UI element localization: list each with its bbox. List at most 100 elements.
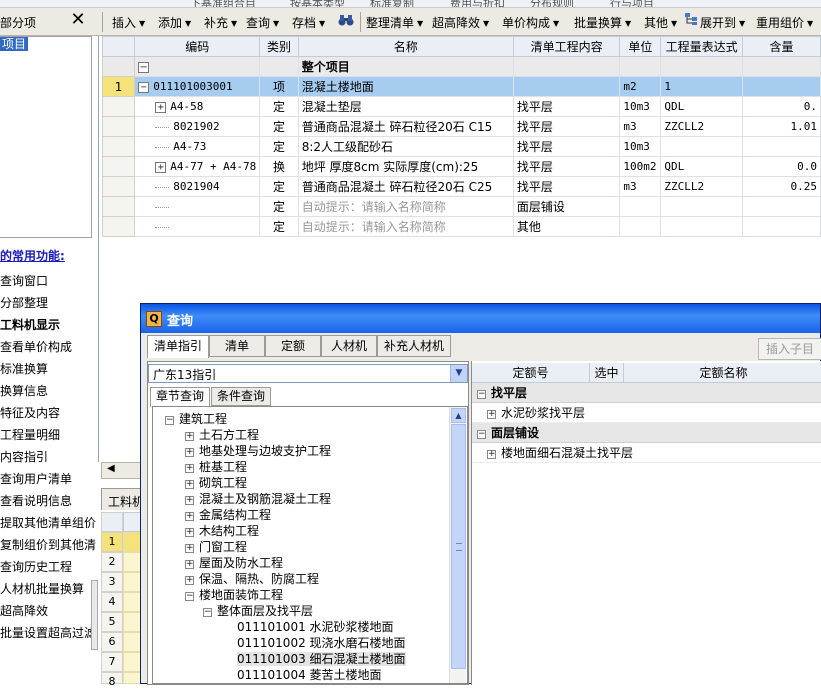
tree-node[interactable]: + 保温、隔热、防腐工程 (185, 572, 319, 587)
cell-name-hint[interactable]: 自动提示：请输入名称简称 (297, 216, 514, 237)
add-button[interactable]: 添加 ▼ (158, 14, 191, 31)
cell-code[interactable]: − (134, 56, 261, 77)
func-query-window[interactable]: 查询窗口 (0, 274, 48, 288)
cell-expr[interactable] (660, 196, 743, 217)
insert-button[interactable]: 插入 ▼ (112, 14, 145, 31)
collapse-icon[interactable]: − (165, 416, 174, 425)
func-super-efficiency[interactable]: 超高降效 (0, 604, 48, 618)
collapse-icon[interactable]: − (185, 592, 194, 601)
cell-content[interactable] (512, 56, 621, 77)
cell-name[interactable]: 混凝土楼地面 (297, 76, 514, 97)
query-button[interactable]: 查询 ▼ (246, 14, 279, 31)
tree-node[interactable]: + 混凝土及钢筋混凝土工程 (185, 492, 331, 507)
cell-code[interactable]: 8021904 (134, 176, 261, 197)
table-row[interactable]: 8021904 定 普通商品混凝土 碎石粒径20石 C25 找平层 m3 ZZC… (101, 176, 821, 197)
expand-icon[interactable]: + (185, 576, 194, 585)
cell-expr[interactable]: 1 (660, 76, 743, 97)
header-name[interactable]: 名称 (297, 36, 514, 57)
supplement-button[interactable]: 补充 ▼ (204, 14, 237, 31)
cell-unit[interactable] (619, 216, 662, 237)
func-notes[interactable]: 查看说明信息 (0, 494, 72, 508)
binoculars-icon[interactable] (338, 12, 354, 31)
tab-list[interactable]: 清单 (209, 335, 265, 357)
chevron-down-icon[interactable]: ▼ (450, 365, 467, 382)
expand-icon[interactable]: + (487, 410, 496, 419)
tree-node[interactable]: + 桩基工程 (185, 460, 247, 475)
dialog-title-bar[interactable]: Q 查询 (141, 304, 820, 333)
left-panel-scrollbar[interactable] (91, 580, 98, 650)
collapse-icon[interactable]: − (477, 430, 486, 439)
func-section-tidy[interactable]: 分部整理 (0, 296, 48, 310)
expand-icon[interactable]: + (185, 512, 194, 521)
cell-unit[interactable]: m2 (619, 76, 662, 97)
header-quota-code[interactable]: 定额号 (472, 363, 590, 383)
cell-type[interactable]: 定 (259, 176, 299, 197)
func-batch-convert[interactable]: 人材机批量换算 (0, 582, 84, 596)
func-features[interactable]: 特征及内容 (0, 406, 60, 420)
cell-name[interactable]: 整个项目 (297, 56, 514, 77)
table-row[interactable]: A4-73 定 8:2人工级配砂石 找平层 10m3 (101, 136, 821, 157)
tab-quota[interactable]: 定额 (265, 335, 321, 357)
func-material-display[interactable]: 工料机显示 (0, 318, 60, 332)
archive-button[interactable]: 存档 ▼ (292, 14, 325, 31)
tree-leaf[interactable]: 011101004 菱苦土楼地面 (237, 668, 382, 683)
tab-chapter-query[interactable]: 章节查询 (150, 387, 210, 407)
tree-leaf[interactable]: 011101002 现浇水磨石楼地面 (237, 636, 406, 651)
cell-content[interactable]: 找平层 (512, 136, 621, 157)
func-content-guide[interactable]: 内容指引 (0, 450, 48, 464)
func-unit-price[interactable]: 查看单价构成 (0, 340, 72, 354)
cell-qty[interactable] (741, 136, 821, 157)
collapse-icon[interactable]: − (203, 608, 212, 617)
cell-qty[interactable]: 1.01 (741, 116, 821, 137)
cell-type[interactable]: 项 (259, 76, 299, 97)
cell-content[interactable]: 找平层 (512, 116, 621, 137)
library-select[interactable]: 广东13指引 ▼ (148, 364, 468, 383)
cell-expr[interactable] (660, 216, 743, 237)
tree-scrollbar[interactable]: ▲ (449, 407, 466, 683)
quota-item[interactable]: + 水泥砂浆找平层 (472, 403, 821, 423)
cell-qty[interactable] (741, 56, 821, 77)
func-copy-pricing[interactable]: 复制组价到其他清 (0, 538, 96, 552)
table-row[interactable]: 定 自动提示：请输入名称简称 其他 (101, 216, 821, 237)
cell-type[interactable]: 定 (259, 196, 299, 217)
expand-icon[interactable]: + (155, 161, 167, 173)
cell-name[interactable]: 普通商品混凝土 碎石粒径20石 C15 (297, 116, 514, 137)
cell-code[interactable]: −011101003001 (134, 76, 261, 97)
cell-name[interactable]: 普通商品混凝土 碎石粒径20石 C25 (297, 176, 514, 197)
expand-icon[interactable]: + (185, 496, 194, 505)
cell-unit[interactable]: 100m2 (619, 156, 662, 177)
cell-unit[interactable]: 10m3 (619, 136, 662, 157)
quota-group-leveling[interactable]: − 找平层 (472, 383, 821, 403)
expand-icon[interactable]: + (155, 101, 167, 113)
cell-type[interactable]: 定 (259, 116, 299, 137)
tree-node[interactable]: + 屋面及防水工程 (185, 556, 283, 571)
cell-qty[interactable]: 0.25 (741, 176, 821, 197)
header-content[interactable]: 清单工程内容 (512, 36, 621, 57)
cell-expr[interactable]: QDL (660, 96, 743, 117)
insert-child-button[interactable]: 插入子目 (758, 338, 821, 360)
cell-unit[interactable]: m3 (619, 176, 662, 197)
cell-name-hint[interactable]: 自动提示：请输入名称简称 (297, 196, 514, 217)
tab-labor-material[interactable]: 人材机 (321, 335, 377, 357)
expand-icon[interactable]: + (487, 450, 496, 459)
func-convert-info[interactable]: 换算信息 (0, 384, 48, 398)
cell-type[interactable] (259, 56, 299, 77)
cell-type[interactable]: 定 (259, 136, 299, 157)
cell-content[interactable]: 找平层 (512, 96, 621, 117)
cell-code[interactable] (134, 196, 261, 217)
collapse-icon[interactable]: − (138, 61, 150, 73)
expand-icon[interactable]: + (185, 560, 194, 569)
tree-node[interactable]: + 土石方工程 (185, 428, 259, 443)
header-unit[interactable]: 单位 (619, 36, 662, 57)
cell-qty[interactable]: 0. (741, 96, 821, 117)
quota-item[interactable]: + 楼地面细石混凝土找平层 (472, 443, 821, 463)
cell-code[interactable]: 8021902 (134, 116, 261, 137)
func-quantity-detail[interactable]: 工程量明细 (0, 428, 60, 442)
tree-node[interactable]: + 金属结构工程 (185, 508, 271, 523)
cell-qty[interactable]: 0.0 (741, 156, 821, 177)
header-qty[interactable]: 含量 (741, 36, 821, 57)
cell-qty[interactable] (741, 196, 821, 217)
cell-qty[interactable] (741, 216, 821, 237)
tree-item-project[interactable]: 项目 (0, 37, 29, 51)
cell-unit[interactable]: 10m3 (619, 96, 662, 117)
